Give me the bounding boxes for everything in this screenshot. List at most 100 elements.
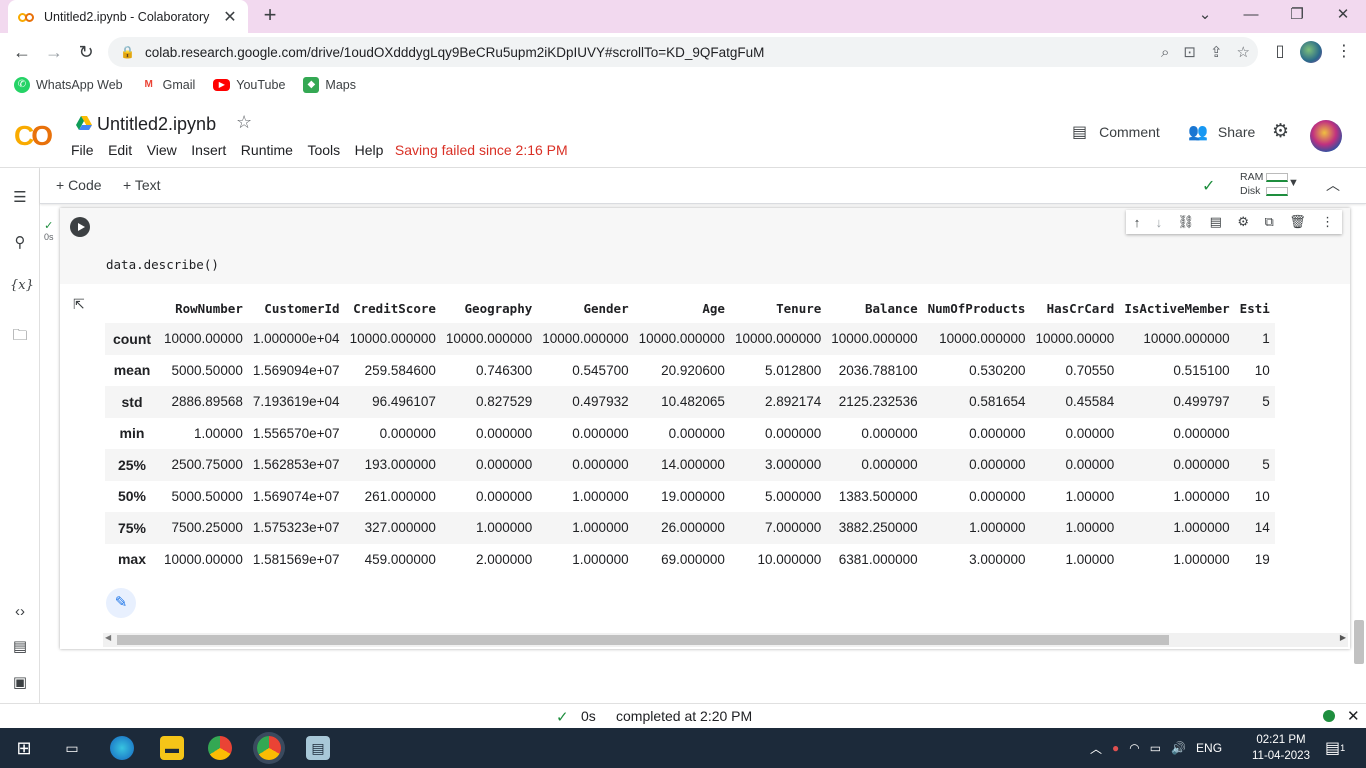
bookmark-star-icon[interactable]: ☆ (1237, 43, 1250, 61)
table-cell: 10000.000000 (440, 323, 538, 355)
link-icon[interactable]: ⛓ (1178, 214, 1195, 230)
menu-tools[interactable]: Tools (307, 142, 340, 158)
share-button[interactable]: 👥 Share (1188, 122, 1255, 142)
show-hidden-icons-icon[interactable]: ︿ (1090, 740, 1102, 757)
move-down-icon[interactable]: ↓ (1156, 215, 1163, 230)
battery-icon[interactable]: ▭ (1150, 741, 1161, 755)
bookmark-youtube[interactable]: ▶ YouTube (213, 78, 285, 92)
column-header: Geography (464, 300, 533, 316)
menu-insert[interactable]: Insert (191, 142, 226, 158)
file-explorer-icon[interactable]: ▬ (160, 736, 184, 760)
settings-gear-icon[interactable]: ⚙ (1272, 120, 1289, 143)
minimize-button[interactable]: — (1228, 0, 1274, 33)
run-cell-button[interactable] (70, 217, 90, 237)
bookmark-gmail[interactable]: M Gmail (140, 76, 195, 93)
output-actions-icon[interactable]: ⇱ (73, 296, 85, 313)
back-button[interactable]: ← (8, 39, 36, 65)
vertical-scrollbar[interactable] (1354, 620, 1364, 664)
star-icon[interactable]: ☆ (236, 112, 252, 133)
runtime-dropdown-icon[interactable]: ▼ (1288, 177, 1299, 189)
ram-disk-indicator[interactable]: RAM Disk (1240, 171, 1288, 197)
window-close-button[interactable]: ✕ (1320, 0, 1366, 33)
menu-edit[interactable]: Edit (108, 142, 132, 158)
saving-status[interactable]: Saving failed since 2:16 PM (395, 142, 568, 158)
task-view-icon[interactable]: ▭ (60, 736, 84, 760)
language-indicator[interactable]: ENG (1196, 741, 1222, 755)
comment-cell-icon[interactable]: ▤ (1210, 214, 1222, 230)
scroll-thumb[interactable] (117, 635, 1169, 645)
forward-button[interactable]: → (40, 39, 68, 65)
bookmark-whatsapp[interactable]: ✆ WhatsApp Web (14, 76, 123, 93)
move-up-icon[interactable]: ↑ (1134, 215, 1141, 230)
command-palette-icon[interactable]: ▤ (10, 637, 30, 657)
tab-close-icon[interactable]: ✕ (222, 7, 238, 27)
table-cell: 10.000000 (757, 551, 822, 567)
code-snippets-icon[interactable]: ‹› (10, 603, 30, 623)
search-icon[interactable]: ⚲ (10, 233, 30, 253)
code-text[interactable]: data.describe() (106, 257, 219, 272)
delete-cell-icon[interactable]: 🗑 (1289, 214, 1306, 230)
table-cell: 0.000000 (440, 449, 538, 481)
horizontal-scrollbar[interactable]: ◀ ▶ (103, 633, 1348, 647)
profile-avatar[interactable] (1300, 41, 1322, 63)
bookmark-maps[interactable]: ◆ Maps (303, 76, 356, 93)
new-tab-button[interactable]: + (258, 4, 282, 28)
colab-header: CO Untitled2.ipynb ☆ File Edit View Inse… (0, 98, 1366, 168)
windows-start-icon[interactable]: ⊞ (12, 736, 36, 760)
reload-button[interactable]: ↻ (72, 39, 100, 65)
files-folder-icon[interactable]: 🗀 (10, 325, 30, 345)
menu-bar: File Edit View Insert Runtime Tools Help… (71, 142, 582, 158)
wifi-icon[interactable]: ◠ (1129, 741, 1139, 755)
maps-icon: ◆ (303, 76, 320, 93)
menu-view[interactable]: View (147, 142, 177, 158)
exec-time: 0s (44, 232, 54, 242)
edge-icon[interactable] (110, 736, 134, 760)
scroll-right-icon[interactable]: ▶ (1340, 633, 1346, 642)
menu-help[interactable]: Help (355, 142, 384, 158)
cell-exec-status: ✓ 0s (44, 219, 54, 242)
row-label: 25% (105, 449, 159, 481)
table-of-contents-icon[interactable]: ☰ (10, 188, 30, 208)
cell-settings-icon[interactable]: ⚙ (1237, 214, 1249, 230)
table-cell: 10000.00000 (159, 323, 248, 355)
clock[interactable]: 02:21 PM 11-04-2023 (1252, 728, 1310, 768)
table-cell: 1.569094e+07 (252, 362, 340, 378)
more-options-icon[interactable]: ⋮ (1321, 214, 1334, 230)
volume-icon[interactable]: 🔊 (1171, 741, 1186, 755)
code-editor[interactable]: data.describe() ↑ ↓ ⛓ ▤ ⚙ ⧉ 🗑 ⋮ (60, 208, 1350, 284)
comment-button[interactable]: ▤ Comment (1072, 122, 1160, 142)
status-message[interactable]: completed at 2:20 PM (616, 708, 752, 724)
status-close-icon[interactable]: ✕ (1347, 707, 1360, 725)
browser-tab[interactable]: Untitled2.ipynb - Colaboratory ✕ (8, 0, 248, 33)
address-bar[interactable]: 🔒 colab.research.google.com/drive/1oudOX… (108, 37, 1258, 67)
menu-runtime[interactable]: Runtime (241, 142, 293, 158)
variables-icon[interactable]: {x} (10, 278, 34, 298)
collapse-header-icon[interactable]: ︿ (1326, 175, 1340, 195)
restore-button[interactable]: ❐ (1274, 0, 1320, 33)
table-row: min 1.00000 1.556570e+07 0.000000 0.000000 0.… (105, 418, 1275, 450)
table-cell: 5 (1234, 449, 1275, 481)
add-code-button[interactable]: + Code (56, 177, 102, 193)
add-text-button[interactable]: + Text (123, 177, 161, 193)
tab-search-icon[interactable]: ⌄ (1182, 0, 1228, 33)
notebook-title[interactable]: Untitled2.ipynb (97, 114, 216, 135)
side-panel-icon[interactable]: ▯ (1268, 39, 1292, 65)
generate-code-magic-icon[interactable]: ✎ (106, 588, 136, 618)
table-cell: 0.000000 (922, 449, 1031, 481)
ram-bar (1266, 172, 1288, 182)
colab-logo[interactable]: CO (14, 120, 53, 152)
search-icon[interactable]: ⌕ (1161, 44, 1169, 61)
notepad-icon[interactable]: ▤ (306, 736, 330, 760)
scroll-left-icon[interactable]: ◀ (105, 633, 111, 642)
browser-menu-icon[interactable]: ⋮ (1332, 39, 1356, 65)
share-page-icon[interactable]: ⇪ (1210, 43, 1223, 61)
menu-file[interactable]: File (71, 142, 94, 158)
network-status-icon[interactable]: ● (1112, 741, 1119, 755)
chrome-active-icon[interactable] (257, 736, 281, 760)
mirror-cell-icon[interactable]: ⧉ (1264, 214, 1273, 230)
terminal-icon[interactable]: ▣ (10, 673, 30, 693)
account-avatar[interactable] (1310, 120, 1342, 152)
chrome-icon[interactable] (208, 736, 232, 760)
translate-icon[interactable]: ⊡ (1183, 43, 1196, 61)
notification-center-icon[interactable]: ▤ 1 (1325, 728, 1345, 768)
